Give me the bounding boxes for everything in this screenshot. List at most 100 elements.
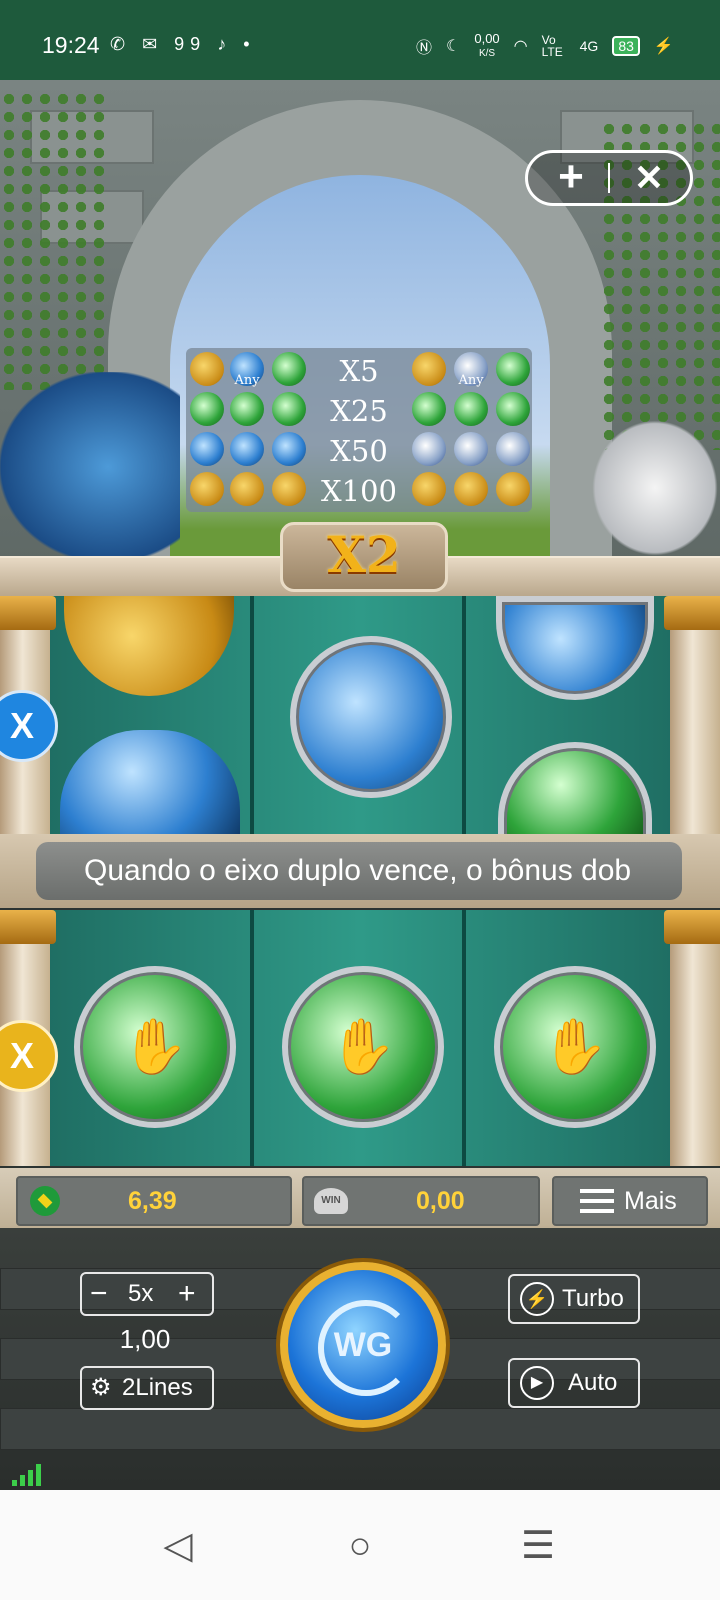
blue-dragon-symbol	[290, 636, 452, 798]
green-dragon-icon	[272, 352, 306, 386]
charging-icon: ⚡	[653, 38, 674, 55]
decrease-bet-button[interactable]: −	[90, 1274, 108, 1314]
message-text: Quando o eixo duplo vence, o bônus dob	[84, 854, 632, 887]
moon-icon: ☾	[446, 38, 461, 55]
blue-dragon-icon	[272, 432, 306, 466]
green-tiger-icon	[454, 392, 488, 426]
gold-dragon-icon	[230, 472, 264, 506]
paytable-multiplier: X50	[330, 434, 388, 468]
balance-value: 6,39	[128, 1187, 177, 1215]
close-button[interactable]: ✕	[624, 153, 674, 203]
top-action-divider	[608, 163, 610, 193]
blue-dragon-figure	[0, 372, 180, 562]
gold-dragon-icon	[272, 472, 306, 506]
blue-dragon-icon: Any	[230, 352, 264, 388]
lines-button[interactable]: ⚙ 2Lines	[80, 1366, 214, 1410]
white-tiger-figure	[590, 418, 720, 558]
recents-icon[interactable]: ☰	[508, 1516, 568, 1576]
reel-divider	[250, 910, 254, 1166]
message-ticker: Quando o eixo duplo vence, o bônus dob	[36, 842, 682, 900]
add-button[interactable]: +	[546, 153, 596, 203]
menu-button[interactable]: Mais	[552, 1176, 708, 1226]
pillar-capital	[664, 910, 720, 944]
reel-divider	[462, 910, 466, 1166]
paytable-row: X25	[186, 390, 532, 430]
back-icon[interactable]: ◁	[148, 1516, 208, 1576]
win-value: 0,00	[416, 1187, 465, 1215]
lightning-icon: ⚡	[520, 1282, 554, 1316]
green-dragon-icon	[190, 392, 224, 426]
turbo-label: Turbo	[562, 1285, 624, 1312]
right-pillar	[670, 596, 720, 834]
info-bar: 6,39 WIN 0,00 Mais	[0, 1168, 720, 1228]
tiger-claw-symbol: ✋	[494, 966, 656, 1128]
pillar-capital	[0, 596, 56, 630]
balance-box: 6,39	[16, 1176, 292, 1226]
paytable-row: Any X5 Any	[186, 350, 532, 390]
right-pillar	[670, 910, 720, 1166]
spin-button[interactable]: WG	[280, 1262, 446, 1428]
gold-tiger-icon	[496, 472, 530, 506]
green-tiger-icon	[496, 352, 530, 386]
pillar-capital	[664, 596, 720, 630]
bet-value: 1,00	[119, 1324, 171, 1354]
home-icon[interactable]: ○	[330, 1516, 390, 1576]
blue-tiger-icon	[454, 432, 488, 466]
auto-label: Auto	[568, 1369, 618, 1396]
android-nav-bar: ◁ ○ ☰	[0, 1490, 720, 1600]
status-bar: 19:24 ✆ ✉ 99 ♪ • Ⓝ ☾ 0,00 K/S ◠ Vo LTE 4G…	[0, 0, 720, 80]
net-speed: 0,00 K/S	[474, 31, 500, 59]
bet-multiplier-control: − 5x +	[80, 1272, 214, 1316]
battery-icon: 83	[612, 36, 640, 56]
paytable-row: X100	[186, 470, 532, 510]
win-box: WIN 0,00	[302, 1176, 540, 1226]
tiger-claw-symbol: ✋	[282, 966, 444, 1128]
spin-logo: WG	[333, 1326, 393, 1364]
nfc-icon: Ⓝ	[416, 40, 433, 57]
trophy-icon: WIN	[314, 1188, 348, 1214]
wifi-icon: ◠	[513, 38, 528, 55]
paytable: Any X5 Any X25 X50 X100	[186, 348, 532, 512]
pillar-capital	[0, 910, 56, 944]
gold-tiger-icon	[412, 472, 446, 506]
hamburger-icon	[580, 1189, 614, 1213]
gold-tiger-icon	[412, 352, 446, 386]
notification-icons: ✆ ✉ 99 ♪ •	[110, 34, 256, 54]
left-vines	[0, 90, 110, 390]
reel-divider	[250, 596, 254, 834]
blue-tiger-icon	[496, 432, 530, 466]
message-bar: Quando o eixo duplo vence, o bônus dob	[0, 834, 720, 908]
paytable-row: X50	[186, 430, 532, 470]
paytable-multiplier: X100	[321, 474, 397, 508]
volte-label: Vo LTE	[541, 33, 563, 59]
auto-button[interactable]: ▶ Auto	[508, 1358, 640, 1408]
blue-tiger-icon	[412, 432, 446, 466]
bet-multiplier-value: 5x	[128, 1280, 154, 1307]
paytable-multiplier: X25	[330, 394, 388, 428]
play-circle-icon: ▶	[520, 1366, 554, 1400]
gold-dragon-icon	[190, 472, 224, 506]
gear-icon: ⚙	[90, 1374, 112, 1401]
tiger-claw-symbol: ✋	[74, 966, 236, 1128]
blue-tiger-icon: Any	[454, 352, 488, 388]
gold-dragon-icon	[190, 352, 224, 386]
reel-divider	[462, 596, 466, 834]
status-time: 19:24	[42, 32, 100, 58]
green-dragon-icon	[230, 392, 264, 426]
blue-dragon-icon	[190, 432, 224, 466]
green-tiger-icon	[412, 392, 446, 426]
signal-label: 4G	[579, 38, 599, 54]
menu-label: Mais	[624, 1187, 677, 1215]
signal-strength-icon	[12, 1462, 48, 1486]
paytable-multiplier: X5	[339, 354, 379, 388]
green-tiger-icon	[496, 392, 530, 426]
brazil-flag-icon	[30, 1186, 60, 1216]
lines-label: 2Lines	[122, 1374, 193, 1401]
green-dragon-icon	[272, 392, 306, 426]
gold-tiger-icon	[454, 472, 488, 506]
blue-dragon-icon	[230, 432, 264, 466]
status-right: Ⓝ ☾ 0,00 K/S ◠ Vo LTE 4G 83 ⚡	[416, 32, 674, 60]
turbo-button[interactable]: ⚡ Turbo	[508, 1274, 640, 1324]
increase-bet-button[interactable]: +	[178, 1274, 196, 1314]
top-action-group: + ✕	[525, 150, 693, 206]
